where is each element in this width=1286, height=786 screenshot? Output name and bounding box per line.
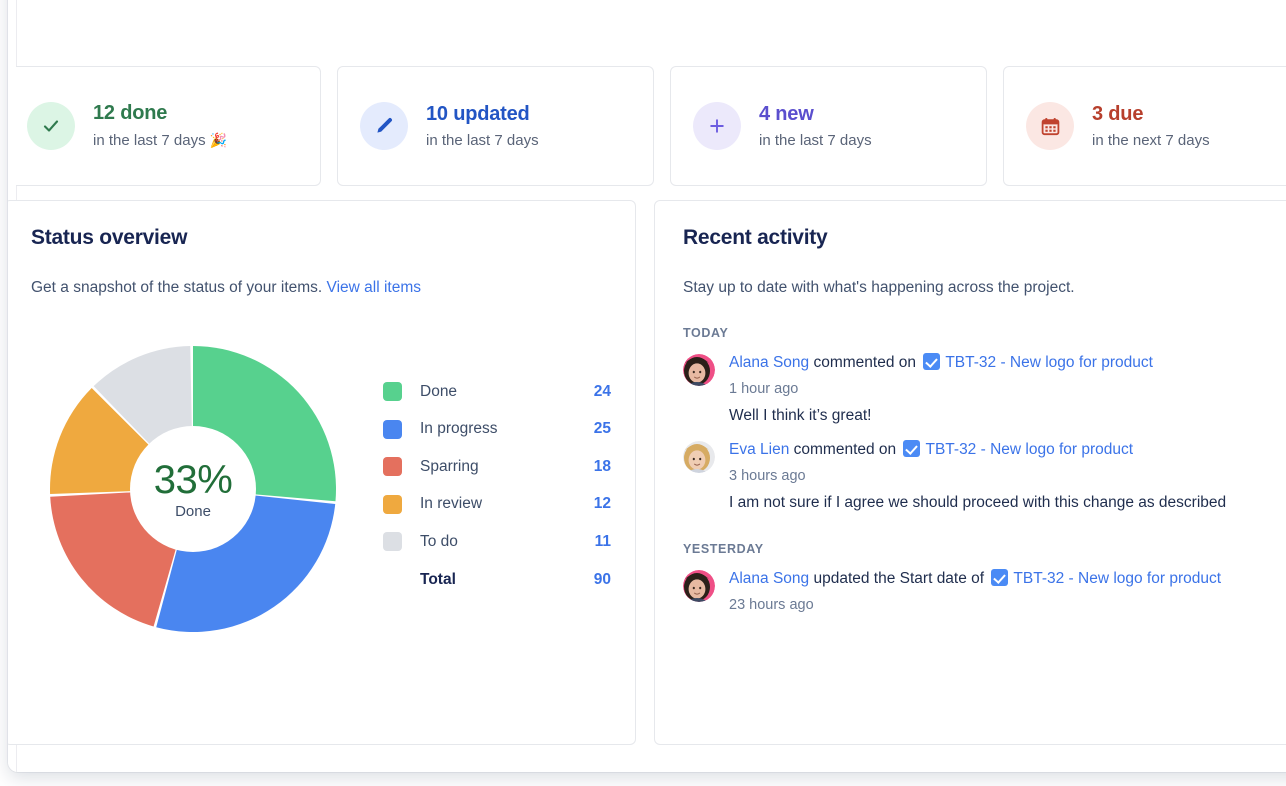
status-overview-description: Get a snapshot of the status of your ite…: [31, 278, 609, 298]
activity-timestamp: 3 hours ago: [729, 468, 806, 484]
view-all-items-link[interactable]: View all items: [327, 279, 421, 296]
legend-row[interactable]: Done 24: [383, 373, 611, 411]
stats-row: 12 done in the last 7 days 🎉 10 updated: [16, 66, 1286, 188]
stat-headline-done: 12 done: [93, 102, 168, 124]
legend-swatch-icon: [383, 457, 402, 477]
pencil-icon: [377, 118, 392, 133]
stat-headline-due: 3 due: [1092, 102, 1144, 125]
activity-issue-link[interactable]: TBT-32 - New logo for product: [1013, 570, 1221, 587]
stat-sub-due: in the next 7 days: [1092, 131, 1210, 149]
activity-issue-link[interactable]: TBT-32 - New logo for product: [925, 441, 1133, 458]
activity-action-text: commented on: [809, 354, 921, 371]
status-overview-description-text: Get a snapshot of the status of your ite…: [31, 279, 323, 296]
legend-label: To do: [420, 532, 458, 550]
legend-value: 24: [593, 382, 611, 400]
legend-swatch-icon: [383, 494, 402, 514]
activity-body: Alana Song commented on TBT-32 - New log…: [729, 352, 1277, 427]
legend-row[interactable]: In progress 25: [383, 411, 611, 449]
activity-action-text: updated the Start date of: [809, 570, 989, 587]
avatar[interactable]: [683, 570, 715, 602]
activity-body: Eva Lien commented on TBT-32 - New logo …: [729, 439, 1277, 514]
check-icon: [43, 120, 59, 132]
recent-activity-description: Stay up to date with what's happening ac…: [683, 279, 1075, 296]
activity-body: Alana Song updated the Start date of TBT…: [729, 568, 1277, 616]
stat-sub-updated: in the last 7 days: [426, 131, 539, 149]
plus-icon-circle: [693, 102, 741, 150]
legend-total-label: Total: [420, 570, 456, 588]
pencil-icon-circle: [360, 102, 408, 150]
status-chart-area: 33% Done Done 24 In progress 25 Sparring 18 In…: [31, 331, 611, 661]
status-overview-panel: Status overview Get a snapshot of the st…: [8, 200, 636, 745]
page-container: 12 done in the last 7 days 🎉 10 updated: [8, 0, 1286, 772]
panels-row: Status overview Get a snapshot of the st…: [8, 200, 1286, 750]
alana-song-avatar: [683, 570, 715, 602]
activity-user-link[interactable]: Alana Song: [729, 354, 809, 371]
stat-card-new[interactable]: 4 new in the last 7 days: [670, 66, 987, 186]
legend-label: In progress: [420, 420, 498, 438]
legend-row[interactable]: To do 11: [383, 523, 611, 561]
stat-card-due[interactable]: 3 due in the next 7 days: [1003, 66, 1286, 186]
stat-headline-new: 4 new: [759, 102, 814, 125]
party-popper-icon: 🎉: [209, 132, 228, 148]
legend-row[interactable]: In review 12: [383, 486, 611, 524]
legend-label: In review: [420, 495, 483, 513]
stat-sub-done: in the last 7 days 🎉: [93, 130, 227, 151]
status-legend: Done 24 In progress 25 Sparring 18 In review 12…: [383, 373, 611, 599]
legend-row[interactable]: Sparring 18: [383, 448, 611, 486]
avatar[interactable]: [683, 441, 715, 473]
recent-activity-panel: Recent activity Stay up to date with wha…: [654, 200, 1286, 745]
activity-action-text: commented on: [789, 441, 901, 458]
legend-value: 11: [594, 532, 611, 550]
stat-sub-text: in the last 7 days: [93, 132, 206, 149]
activity-headline: Alana Song commented on TBT-32 - New log…: [729, 352, 1277, 374]
plus-icon: [710, 119, 724, 133]
activity-user-link[interactable]: Alana Song: [729, 570, 809, 587]
donut-svg: [50, 346, 336, 632]
avatar[interactable]: [683, 354, 715, 386]
activity-item: Eva Lien commented on TBT-32 - New logo …: [683, 439, 1277, 514]
legend-swatch-icon: [383, 419, 402, 439]
legend-swatch-icon: [383, 382, 402, 402]
calendar-icon-circle: [1026, 102, 1074, 150]
activity-list: TODAY Alana Song commented on TBT-32 - N…: [683, 326, 1277, 616]
task-type-icon: [991, 569, 1009, 586]
calendar-icon: [1041, 117, 1059, 135]
legend-value: 12: [593, 495, 611, 513]
legend-value: 25: [593, 420, 611, 438]
legend-total-value: 90: [593, 570, 611, 588]
donut-hole: [130, 426, 256, 552]
activity-headline: Alana Song updated the Start date of TBT…: [729, 568, 1277, 590]
activity-item: Alana Song updated the Start date of TBT…: [683, 568, 1277, 616]
activity-group-label: TODAY: [683, 326, 729, 340]
stat-headline-updated: 10 updated: [426, 102, 530, 125]
stat-sub-new: in the last 7 days: [759, 131, 872, 149]
eva-lien-avatar: [683, 441, 715, 473]
alana-song-avatar: [683, 354, 715, 386]
activity-timestamp: 23 hours ago: [729, 597, 814, 613]
legend-row-total: Total 90: [383, 561, 611, 599]
stat-card-updated[interactable]: 10 updated in the last 7 days: [337, 66, 654, 186]
activity-headline: Eva Lien commented on TBT-32 - New logo …: [729, 439, 1277, 461]
legend-value: 18: [593, 457, 611, 475]
status-overview-title: Status overview: [31, 226, 188, 249]
activity-issue-link[interactable]: TBT-32 - New logo for product: [945, 354, 1153, 371]
check-icon-circle: [27, 102, 75, 150]
activity-timestamp: 1 hour ago: [729, 381, 799, 397]
activity-comment-text: I am not sure if I agree we should proce…: [729, 494, 1227, 511]
activity-user-link[interactable]: Eva Lien: [729, 441, 789, 458]
status-donut-chart[interactable]: 33% Done: [43, 339, 343, 639]
legend-swatch-icon: [383, 532, 402, 552]
recent-activity-title: Recent activity: [683, 226, 828, 249]
activity-group-label: YESTERDAY: [683, 542, 764, 556]
stat-card-done[interactable]: 12 done in the last 7 days 🎉: [16, 66, 321, 186]
task-type-icon: [903, 440, 921, 457]
activity-item: Alana Song commented on TBT-32 - New log…: [683, 352, 1277, 427]
legend-label: Done: [420, 382, 458, 400]
legend-label: Sparring: [420, 457, 479, 475]
activity-comment-text: Well I think it’s great!: [729, 407, 872, 424]
task-type-icon: [923, 353, 941, 370]
